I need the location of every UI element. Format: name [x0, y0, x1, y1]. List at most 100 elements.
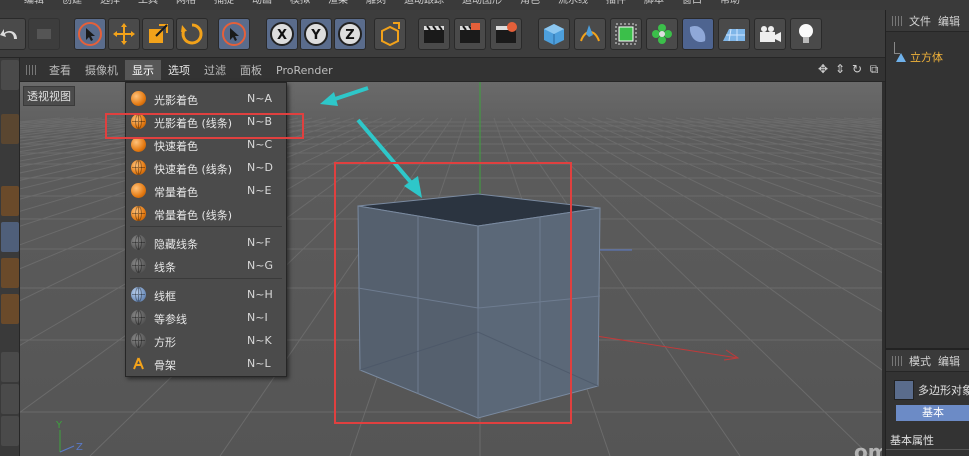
workplane-mode-button[interactable]	[1, 186, 19, 216]
polygons-mode-button[interactable]	[1, 294, 19, 324]
display-menu-item[interactable]: 常量着色 (线条)	[126, 203, 286, 225]
cube-object-button[interactable]	[538, 18, 570, 50]
display-menu-item[interactable]: 快速着色 (线条) N~D	[126, 157, 286, 179]
tab-basic[interactable]: 基本	[896, 405, 969, 421]
viewport-menu-item[interactable]: 选项	[161, 60, 197, 80]
gizmo-y-label: Y	[55, 420, 63, 431]
render-settings-button[interactable]	[490, 18, 522, 50]
menu-item[interactable]: 流水线	[549, 0, 597, 10]
object-manager-panel: 文件 编辑 立方体 模式 编辑 多边形对象 基本 基本属性	[885, 10, 969, 456]
display-menu-item[interactable]: 骨架 N~L	[126, 353, 286, 375]
light-object-button[interactable]	[790, 18, 822, 50]
tab-mode[interactable]: 模式	[909, 353, 931, 369]
orbit-icon[interactable]: ↻	[850, 62, 864, 76]
tab-file[interactable]: 文件	[909, 13, 931, 29]
viewport-menu-item[interactable]: 过滤	[197, 60, 233, 80]
display-menu-item-shortcut: N~I	[247, 311, 268, 324]
attribute-manager-panel: 模式 编辑 多边形对象 基本 基本属性	[886, 348, 969, 456]
coordinate-system-button[interactable]	[374, 18, 406, 50]
pen-spline-button[interactable]	[574, 18, 606, 50]
object-list-item-cube[interactable]: 立方体	[896, 49, 943, 65]
display-menu-item[interactable]: 光影着色 N~A	[126, 88, 286, 110]
quick-shading-lines-icon	[131, 160, 146, 175]
edges-mode-button[interactable]	[1, 258, 19, 288]
points-mode-button[interactable]	[1, 222, 19, 252]
make-editable-button[interactable]	[1, 60, 19, 90]
menu-item[interactable]: 模拟	[281, 0, 319, 10]
left-toolbar	[0, 58, 20, 456]
menu-item[interactable]: 窗口	[673, 0, 711, 10]
recent-tool-button[interactable]	[218, 18, 250, 50]
display-menu-item[interactable]: 线条 N~G	[126, 255, 286, 277]
redo-button[interactable]	[28, 18, 60, 50]
menu-item[interactable]: 动画	[243, 0, 281, 10]
pan-icon[interactable]: ✥	[816, 62, 830, 76]
menu-item[interactable]: 帮助	[711, 0, 749, 10]
y-axis-lock-button[interactable]: Y	[300, 18, 332, 50]
viewport-menu-item[interactable]: 摄像机	[78, 60, 125, 80]
z-axis-lock-button[interactable]: Z	[334, 18, 366, 50]
menu-item[interactable]: 脚本	[635, 0, 673, 10]
main-toolbar: X Y Z	[0, 10, 885, 58]
zoom-icon[interactable]: ⇕	[833, 62, 847, 76]
undo-button[interactable]	[0, 18, 26, 50]
tweak-mode-button[interactable]	[1, 384, 19, 414]
panel-grip-icon[interactable]	[892, 355, 902, 366]
render-view-button[interactable]	[418, 18, 450, 50]
menu-item[interactable]: 插件	[597, 0, 635, 10]
enable-axis-button[interactable]	[1, 352, 19, 382]
display-menu-item-shortcut: N~C	[247, 138, 273, 151]
menu-item[interactable]: 编辑	[0, 0, 53, 10]
panel-grip-icon[interactable]	[892, 15, 902, 26]
menu-item[interactable]: 运动图形	[453, 0, 511, 10]
display-menu-item[interactable]: 线框 N~H	[126, 284, 286, 306]
menu-item[interactable]: 捕捉	[205, 0, 243, 10]
snap-button[interactable]	[1, 416, 19, 446]
display-menu-item-label: 快速着色	[154, 140, 198, 153]
display-menu-item[interactable]: 方形 N~K	[126, 330, 286, 352]
scale-tool-button[interactable]	[142, 18, 174, 50]
render-picture-viewer-button[interactable]	[454, 18, 486, 50]
rotate-tool-button[interactable]	[176, 18, 208, 50]
menu-item[interactable]: 角色	[511, 0, 549, 10]
menu-item[interactable]: 渲染	[319, 0, 357, 10]
panel-grip-icon[interactable]	[26, 65, 36, 75]
texture-mode-button[interactable]	[1, 150, 19, 180]
menu-item[interactable]: 雕刻	[357, 0, 395, 10]
deformer-button[interactable]	[682, 18, 714, 50]
svg-text:Z: Z	[345, 28, 354, 43]
menu-item[interactable]: 选择	[91, 0, 129, 10]
maximize-view-icon[interactable]: ⧉	[867, 62, 881, 76]
hidden-line-icon	[131, 235, 146, 250]
tab-edit-attr[interactable]: 编辑	[938, 353, 960, 369]
display-menu-item-label: 常量着色	[154, 186, 198, 199]
viewport-menu-item[interactable]: 显示	[125, 60, 161, 80]
viewport-camera-label: 透视视图	[23, 86, 75, 106]
floor-object-button[interactable]	[718, 18, 750, 50]
viewport-menu-item[interactable]: ProRender	[269, 62, 340, 79]
display-menu-item-shortcut: N~K	[247, 334, 272, 347]
subdivision-surface-button[interactable]	[610, 18, 642, 50]
display-menu-item-label: 常量着色 (线条)	[154, 209, 233, 222]
display-menu-item-label: 隐藏线条	[154, 238, 198, 251]
menu-item[interactable]: 创建	[53, 0, 91, 10]
select-tool-button[interactable]	[74, 18, 106, 50]
gizmo-z-label: Z	[76, 442, 83, 453]
watermark-text: om	[854, 440, 882, 456]
menu-item[interactable]: 运动跟踪	[395, 0, 453, 10]
viewport-menu-item[interactable]: 面板	[233, 60, 269, 80]
display-menu-item-label: 光影着色	[154, 94, 198, 107]
viewport-menu-item[interactable]: 查看	[42, 60, 78, 80]
menu-item[interactable]: 工具	[129, 0, 167, 10]
cloner-button[interactable]	[646, 18, 678, 50]
display-menu-item[interactable]: 常量着色 N~E	[126, 180, 286, 202]
display-menu-item[interactable]: 等参线 N~I	[126, 307, 286, 329]
svg-text:Y: Y	[310, 28, 321, 43]
tab-edit[interactable]: 编辑	[938, 13, 960, 29]
menu-item[interactable]: 网格	[167, 0, 205, 10]
model-mode-button[interactable]	[1, 114, 19, 144]
move-tool-button[interactable]	[108, 18, 140, 50]
display-menu-item[interactable]: 隐藏线条 N~F	[126, 232, 286, 254]
camera-object-button[interactable]	[754, 18, 786, 50]
x-axis-lock-button[interactable]: X	[266, 18, 298, 50]
